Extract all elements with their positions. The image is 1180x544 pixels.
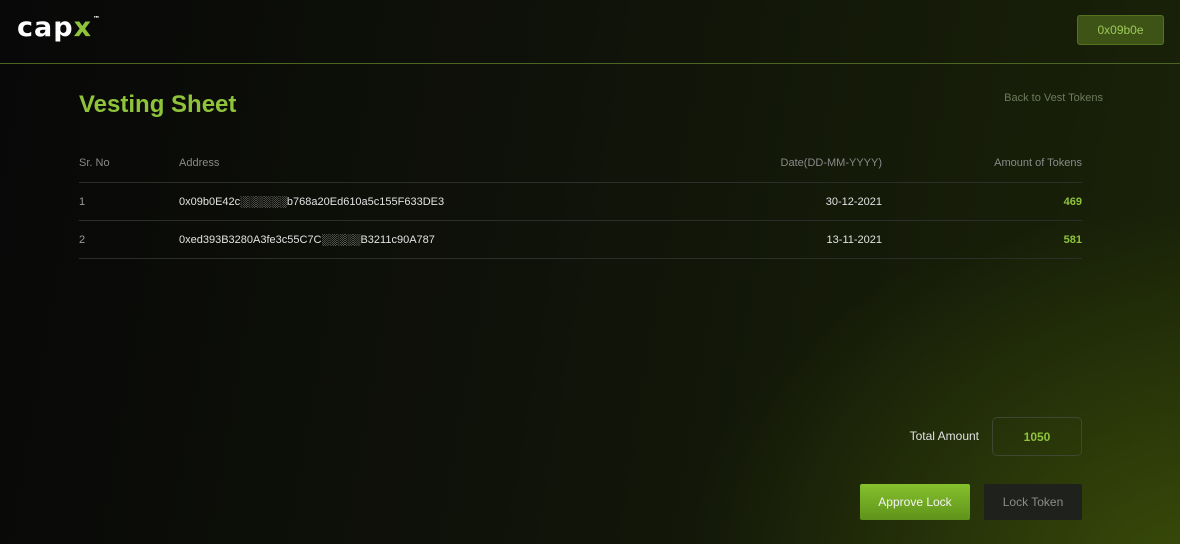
vesting-table: Sr. No Address Date(DD-MM-YYYY) Amount o…	[79, 144, 1082, 259]
row-date: 13-11-2021	[559, 220, 882, 259]
approve-lock-button[interactable]: Approve Lock	[860, 484, 970, 520]
row-sr-no: 2	[79, 220, 179, 259]
table-row: 1 0x09b0E42c░░░░░░b768a20Ed610a5c155F633…	[79, 182, 1082, 221]
page-title: Vesting Sheet	[79, 91, 237, 118]
logo-text: cap	[17, 12, 74, 43]
top-header: capx™ 0x09b0e	[0, 0, 1180, 64]
row-date: 30-12-2021	[559, 182, 882, 221]
total-amount-label: Total Amount	[909, 429, 979, 443]
logo-trademark: ™	[92, 15, 101, 23]
lock-token-button[interactable]: Lock Token	[984, 484, 1082, 520]
total-amount-field: 1050	[992, 417, 1082, 456]
row-amount: 581	[882, 220, 1082, 259]
header-address: Address	[179, 144, 559, 183]
header-amount: Amount of Tokens	[882, 144, 1082, 183]
row-address: 0xed393B3280A3fe3c55C7C░░░░░B3211c90A787	[179, 220, 559, 259]
header-date: Date(DD-MM-YYYY)	[559, 144, 882, 183]
wallet-address-button[interactable]: 0x09b0e	[1077, 15, 1164, 45]
row-address: 0x09b0E42c░░░░░░b768a20Ed610a5c155F633DE…	[179, 182, 559, 221]
row-amount: 469	[882, 182, 1082, 221]
row-sr-no: 1	[79, 182, 179, 221]
back-to-vest-tokens-link[interactable]: Back to Vest Tokens	[1004, 92, 1103, 104]
header-sr-no: Sr. No	[79, 144, 179, 183]
table-row: 2 0xed393B3280A3fe3c55C7C░░░░░B3211c90A7…	[79, 220, 1082, 259]
capx-logo[interactable]: capx™	[17, 12, 100, 43]
logo-accent: x	[73, 12, 92, 43]
table-header-row: Sr. No Address Date(DD-MM-YYYY) Amount o…	[79, 144, 1082, 183]
